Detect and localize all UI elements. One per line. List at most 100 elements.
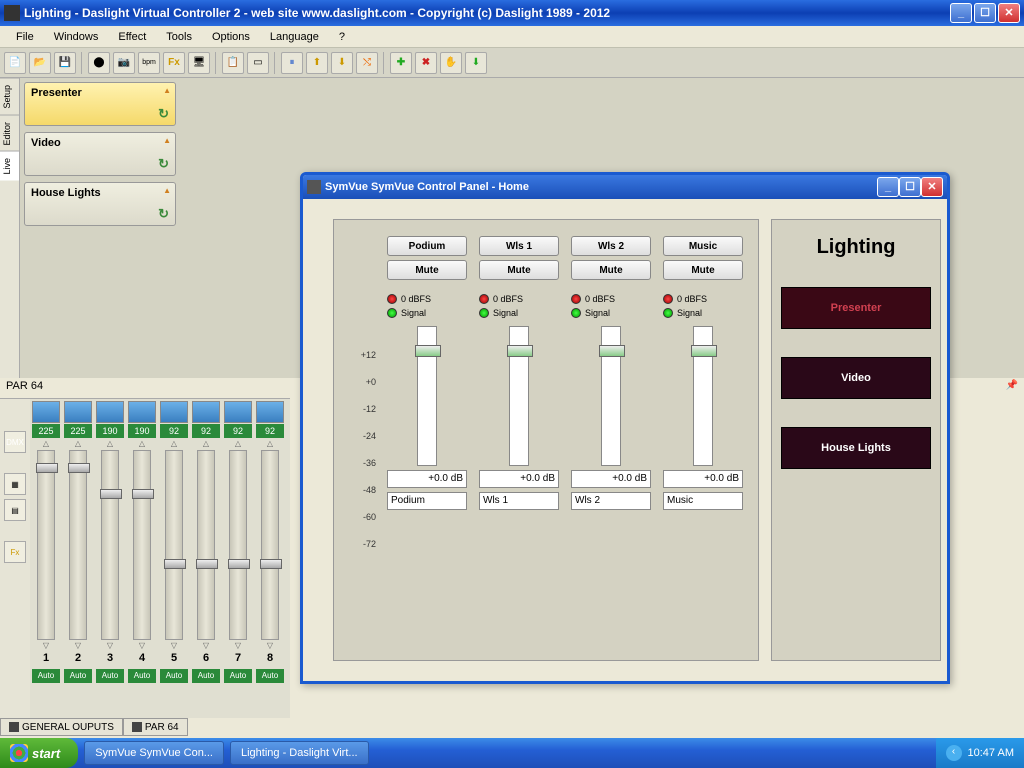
- system-tray[interactable]: ‹ 10:47 AM: [936, 738, 1024, 768]
- up-arrow-icon[interactable]: △: [267, 439, 273, 449]
- bottom-tab-general-ouputs[interactable]: GENERAL OUPUTS: [0, 718, 123, 736]
- level-meter[interactable]: [693, 326, 713, 466]
- fader-track[interactable]: [101, 450, 119, 640]
- minimize-button[interactable]: _: [950, 3, 972, 23]
- down-arrow-icon[interactable]: ▽: [171, 641, 177, 651]
- dmx-badge[interactable]: DMX: [4, 431, 26, 453]
- monitor-button[interactable]: 🖥: [188, 52, 210, 74]
- channel-thumb[interactable]: [64, 401, 92, 423]
- menu-options[interactable]: Options: [202, 28, 260, 46]
- fader-track[interactable]: [229, 450, 247, 640]
- up-arrow-icon[interactable]: △: [107, 439, 113, 449]
- mute-button[interactable]: Mute: [571, 260, 651, 280]
- down-arrow-icon[interactable]: ▽: [267, 641, 273, 651]
- meter-handle[interactable]: [599, 345, 625, 357]
- add-button[interactable]: ✚: [390, 52, 412, 74]
- fader-handle[interactable]: [100, 489, 122, 499]
- level-meter[interactable]: [509, 326, 529, 466]
- fader-track[interactable]: [197, 450, 215, 640]
- fader-handle[interactable]: [132, 489, 154, 499]
- symvue-minimize[interactable]: _: [877, 177, 899, 197]
- open-button[interactable]: 📂: [29, 52, 51, 74]
- fader-handle[interactable]: [228, 559, 250, 569]
- channel-thumb[interactable]: [128, 401, 156, 423]
- save-button[interactable]: 💾: [54, 52, 76, 74]
- auto-button[interactable]: Auto: [96, 669, 124, 683]
- delete-button[interactable]: ✖: [415, 52, 437, 74]
- fader-handle[interactable]: [68, 463, 90, 473]
- fader-handle[interactable]: [260, 559, 282, 569]
- taskbar-item[interactable]: Lighting - Daslight Virt...: [230, 741, 369, 765]
- mute-button[interactable]: Mute: [479, 260, 559, 280]
- menu-effect[interactable]: Effect: [108, 28, 156, 46]
- menu-?[interactable]: ?: [329, 28, 355, 46]
- menu-file[interactable]: File: [6, 28, 44, 46]
- sidebar-tool-2[interactable]: ▤: [4, 499, 26, 521]
- down-arrow-icon[interactable]: ▽: [235, 641, 241, 651]
- pin-icon[interactable]: 📌: [1006, 380, 1018, 391]
- down-arrow-icon[interactable]: ▽: [43, 641, 49, 651]
- close-button[interactable]: ✕: [998, 3, 1020, 23]
- symvue-titlebar[interactable]: SymVue SymVue Control Panel - Home _ ☐ ✕: [303, 175, 947, 199]
- mute-button[interactable]: Mute: [663, 260, 743, 280]
- level-meter[interactable]: [417, 326, 437, 466]
- shuffle-button[interactable]: ⤭: [356, 52, 378, 74]
- channel-name-button[interactable]: Music: [663, 236, 743, 256]
- lighting-house-lights[interactable]: House Lights: [781, 427, 931, 469]
- fader-track[interactable]: [133, 450, 151, 640]
- scene-presenter[interactable]: Presenter▲↻: [24, 82, 176, 126]
- fader-track[interactable]: [37, 450, 55, 640]
- menu-language[interactable]: Language: [260, 28, 329, 46]
- down-arrow-icon[interactable]: ▽: [139, 641, 145, 651]
- down-arrow-icon[interactable]: ▽: [75, 641, 81, 651]
- tool-button[interactable]: ⬤: [88, 52, 110, 74]
- lighting-video[interactable]: Video: [781, 357, 931, 399]
- channel-label[interactable]: Podium: [387, 492, 467, 510]
- up-arrow-icon[interactable]: △: [171, 439, 177, 449]
- mute-button[interactable]: Mute: [387, 260, 467, 280]
- channel-label[interactable]: Music: [663, 492, 743, 510]
- channel-thumb[interactable]: [160, 401, 188, 423]
- fader-track[interactable]: [165, 450, 183, 640]
- symvue-close[interactable]: ✕: [921, 177, 943, 197]
- scene-video[interactable]: Video▲↻: [24, 132, 176, 176]
- symvue-maximize[interactable]: ☐: [899, 177, 921, 197]
- level-meter[interactable]: [601, 326, 621, 466]
- side-tab-setup[interactable]: Setup: [0, 78, 19, 115]
- auto-button[interactable]: Auto: [64, 669, 92, 683]
- tool-button-3[interactable]: ▭: [247, 52, 269, 74]
- auto-button[interactable]: Auto: [192, 669, 220, 683]
- down-arrow-icon[interactable]: ▽: [203, 641, 209, 651]
- fx-button[interactable]: Fx: [163, 52, 185, 74]
- lighting-presenter[interactable]: Presenter: [781, 287, 931, 329]
- scene-house-lights[interactable]: House Lights▲↻: [24, 182, 176, 226]
- bottom-tab-par-64[interactable]: PAR 64: [123, 718, 188, 736]
- auto-button[interactable]: Auto: [256, 669, 284, 683]
- up-button[interactable]: ⬆: [306, 52, 328, 74]
- tool-button-2[interactable]: 📋: [222, 52, 244, 74]
- fader-handle[interactable]: [36, 463, 58, 473]
- fader-track[interactable]: [69, 450, 87, 640]
- auto-button[interactable]: Auto: [128, 669, 156, 683]
- down-button[interactable]: ⬇: [331, 52, 353, 74]
- fader-track[interactable]: [261, 450, 279, 640]
- tray-expand-icon[interactable]: ‹: [946, 745, 962, 761]
- channel-name-button[interactable]: Wls 2: [571, 236, 651, 256]
- channel-name-button[interactable]: Podium: [387, 236, 467, 256]
- channel-thumb[interactable]: [224, 401, 252, 423]
- sidebar-fx[interactable]: Fx: [4, 541, 26, 563]
- channel-label[interactable]: Wls 1: [479, 492, 559, 510]
- meter-handle[interactable]: [507, 345, 533, 357]
- side-tab-editor[interactable]: Editor: [0, 115, 19, 152]
- download-button[interactable]: ⬇: [465, 52, 487, 74]
- menu-windows[interactable]: Windows: [44, 28, 109, 46]
- up-arrow-icon[interactable]: △: [43, 439, 49, 449]
- up-arrow-icon[interactable]: △: [235, 439, 241, 449]
- down-arrow-icon[interactable]: ▽: [107, 641, 113, 651]
- new-button[interactable]: 📄: [4, 52, 26, 74]
- hand-button[interactable]: ✋: [440, 52, 462, 74]
- channel-name-button[interactable]: Wls 1: [479, 236, 559, 256]
- auto-button[interactable]: Auto: [32, 669, 60, 683]
- taskbar-item[interactable]: SymVue SymVue Con...: [84, 741, 224, 765]
- fader-handle[interactable]: [196, 559, 218, 569]
